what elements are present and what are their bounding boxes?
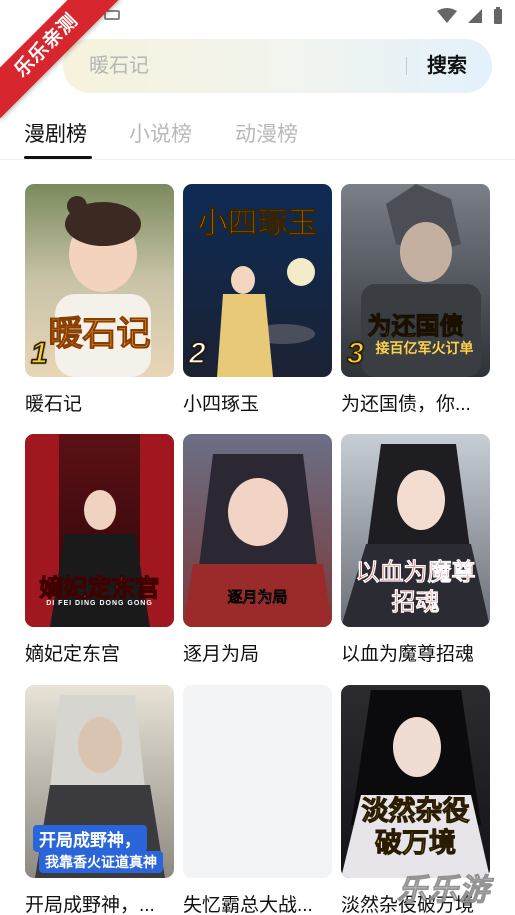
cover-image: 开局成野神， 我靠香火证道真神 xyxy=(25,685,174,878)
cover-title: 逐月为局 xyxy=(227,589,288,607)
cover-image: 淡然杂役破万境 xyxy=(341,685,490,878)
cover-subtitle: 我靠香火证道真神 xyxy=(39,851,163,873)
corner-ribbon: 乐乐亲测 xyxy=(0,0,130,130)
search-divider xyxy=(406,57,407,75)
rank-badge: 1 xyxy=(30,336,48,371)
status-icons-right xyxy=(437,7,503,25)
wifi-icon xyxy=(437,8,457,23)
active-tab-indicator xyxy=(24,156,92,159)
card-title: 逐月为局 xyxy=(183,644,260,665)
card-title: 开局成野神，... xyxy=(25,895,155,915)
card-title: 失忆霸总大战... xyxy=(183,895,313,915)
cover-image: 暖石记 1 xyxy=(25,184,174,377)
cover-title: 开局成野神， xyxy=(33,825,147,852)
battery-icon xyxy=(494,7,502,24)
cover-title: 以血为魔尊招魂 xyxy=(355,559,476,617)
watermark-text: 乐乐游戏 xyxy=(397,874,490,908)
cover-title: 为还国债 xyxy=(367,313,464,341)
cover-subtitle: 接百亿军火订单 xyxy=(375,340,474,356)
tab-novel-ranking[interactable]: 小说榜 xyxy=(129,118,192,148)
cover-title: 嫡妃定东宫 xyxy=(39,575,160,603)
cover-title: 小四琢玉 xyxy=(197,207,318,241)
signal-icon xyxy=(468,9,482,23)
search-button[interactable]: 搜索 xyxy=(413,39,481,93)
card-title: 以血为魔尊招魂 xyxy=(341,644,475,665)
cover-image: 小四琢玉 2 xyxy=(183,184,332,377)
cover-image: 嫡妃定东宫 DI FEI DING DONG GONG xyxy=(25,434,174,627)
bottom-watermark: 乐乐游戏 xyxy=(397,865,515,908)
cover-title: 淡然杂役破万境 xyxy=(361,796,470,859)
rank-badge: 2 xyxy=(188,336,206,371)
cover-image: 为还国债 接百亿军火订单 3 xyxy=(341,184,490,377)
card-title: 为还国债，你... xyxy=(341,394,471,415)
card-title: 暖石记 xyxy=(25,394,83,415)
cover-image: 逐月为局 xyxy=(183,434,332,627)
card-title: 嫡妃定东宫 xyxy=(25,644,121,665)
rank-badge: 3 xyxy=(346,336,364,371)
cover-placeholder xyxy=(183,685,332,878)
corner-ribbon-text: 乐乐亲测 xyxy=(0,0,120,119)
cover-image: 以血为魔尊招魂 xyxy=(341,434,490,627)
tab-anime-ranking[interactable]: 动漫榜 xyxy=(235,118,298,148)
card-title: 小四琢玉 xyxy=(183,394,260,415)
cover-subtitle: DI FEI DING DONG GONG xyxy=(46,600,153,607)
